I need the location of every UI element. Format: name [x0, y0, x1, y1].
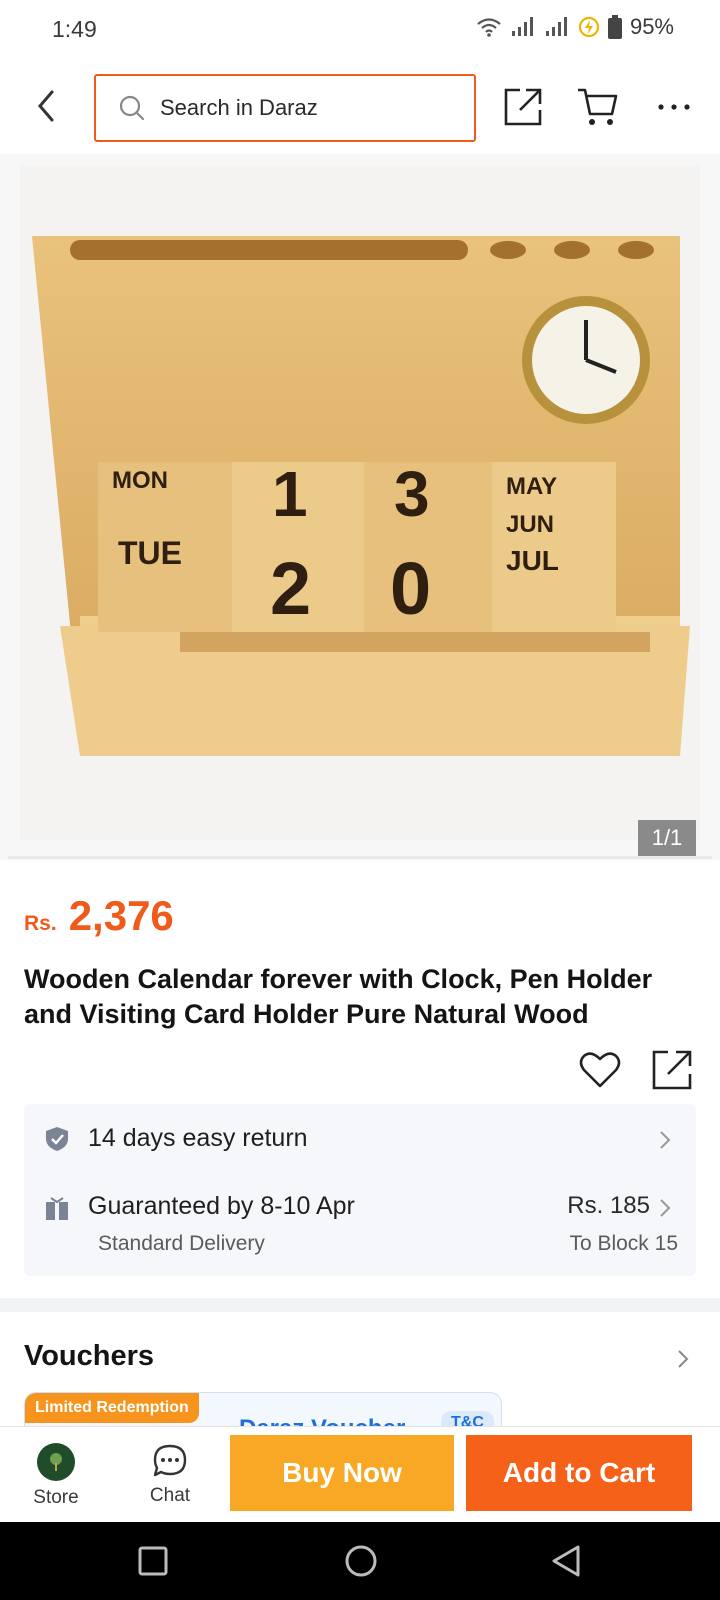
- chat-label: Chat: [149, 1485, 191, 1506]
- battery-saver-icon: [578, 16, 600, 38]
- svg-text:2: 2: [270, 547, 311, 630]
- chevron-right-icon: [660, 1131, 671, 1149]
- buy-now-button[interactable]: Buy Now: [230, 1435, 454, 1511]
- vouchers-title: Vouchers: [24, 1340, 155, 1372]
- add-to-cart-button[interactable]: Add to Cart: [466, 1435, 692, 1511]
- status-time: 1:49: [52, 16, 97, 42]
- svg-text:MAY: MAY: [506, 473, 557, 500]
- price-value: 2,376: [68, 892, 174, 939]
- chat-icon: [153, 1444, 187, 1477]
- battery-icon: [607, 15, 622, 39]
- svg-text:JUL: JUL: [506, 545, 559, 576]
- recent-apps-icon[interactable]: [138, 1546, 168, 1576]
- delivery-price: Rs. 185: [567, 1192, 650, 1219]
- vouchers-chevron-right-icon[interactable]: [676, 1348, 690, 1370]
- chat-button[interactable]: Chat: [132, 1435, 208, 1519]
- svg-text:3: 3: [394, 458, 430, 530]
- delivery-type: Standard Delivery: [98, 1232, 265, 1255]
- product-title: Wooden Calendar forever with Clock, Pen …: [24, 964, 653, 1029]
- divider: [8, 856, 712, 859]
- share-icon[interactable]: [650, 1048, 694, 1092]
- cart-icon[interactable]: [576, 86, 620, 128]
- limited-redemption-badge: Limited Redemption: [25, 1393, 199, 1423]
- top-bar: Search in Daraz: [0, 62, 720, 154]
- svg-text:JUN: JUN: [506, 511, 554, 538]
- store-button[interactable]: Store: [18, 1435, 94, 1519]
- search-placeholder: Search in Daraz: [160, 95, 318, 120]
- store-label: Store: [33, 1487, 79, 1508]
- signal-icon-2: [545, 17, 567, 36]
- price-currency: Rs.: [24, 912, 57, 935]
- service-info-card: 14 days easy return Guaranteed by 8-10 A…: [24, 1104, 696, 1276]
- delivery-row[interactable]: Guaranteed by 8-10 Apr Standard Delivery…: [24, 1174, 696, 1276]
- svg-text:1: 1: [272, 458, 308, 530]
- price: Rs. 2,376: [24, 892, 174, 940]
- bottom-action-bar: Store Chat Buy Now Add to Cart: [0, 1426, 720, 1522]
- svg-text:MON: MON: [112, 467, 168, 494]
- wooden-calendar-illustration: MON TUE 1 2 3 0 MAY JUN JUL: [32, 236, 690, 756]
- product-image[interactable]: MON TUE 1 2 3 0 MAY JUN JUL: [20, 166, 700, 840]
- status-bar: 1:49 95%: [0, 0, 720, 62]
- share-icon[interactable]: [502, 86, 544, 128]
- svg-text:TUE: TUE: [118, 535, 182, 571]
- back-arrow-icon[interactable]: [30, 84, 66, 128]
- svg-text:0: 0: [390, 547, 431, 630]
- wishlist-heart-icon[interactable]: [578, 1048, 622, 1092]
- section-separator: [0, 1298, 720, 1312]
- system-navigation-bar: [0, 1522, 720, 1600]
- chevron-right-icon: [660, 1199, 671, 1217]
- store-logo-icon: [37, 1443, 75, 1481]
- status-icons: 95%: [476, 14, 674, 40]
- more-options-icon[interactable]: [656, 92, 692, 122]
- shield-check-icon: [46, 1127, 68, 1151]
- return-policy-row[interactable]: 14 days easy return: [24, 1104, 696, 1174]
- wifi-icon: [477, 18, 501, 37]
- delivery-location: To Block 15: [569, 1232, 678, 1255]
- search-icon: [119, 95, 145, 121]
- signal-icon: [511, 17, 533, 36]
- search-input[interactable]: Search in Daraz: [94, 74, 476, 142]
- product-gallery[interactable]: MON TUE 1 2 3 0 MAY JUN JUL 1/1: [0, 154, 720, 860]
- return-text: 14 days easy return: [88, 1124, 308, 1152]
- delivery-box-icon: [46, 1197, 68, 1220]
- image-counter: 1/1: [638, 820, 696, 856]
- home-icon[interactable]: [344, 1544, 378, 1578]
- system-back-icon[interactable]: [550, 1544, 582, 1578]
- battery-level: 95%: [629, 14, 674, 39]
- delivery-text: Guaranteed by 8-10 Apr: [88, 1192, 355, 1220]
